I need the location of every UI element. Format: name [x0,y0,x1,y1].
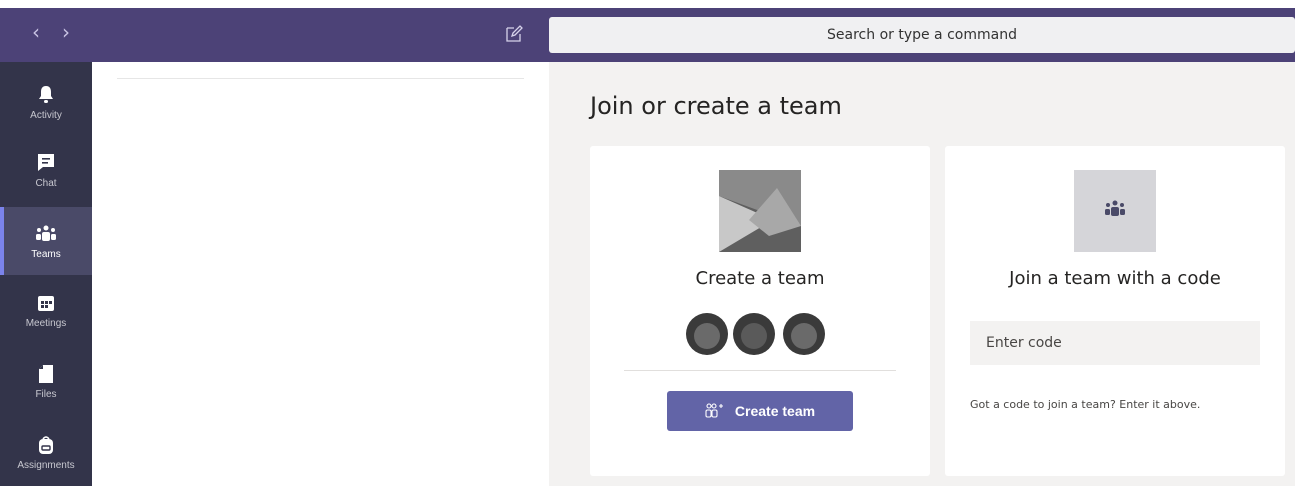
file-icon [35,363,57,385]
join-team-title: Join a team with a code [1009,268,1221,289]
rail-label: Chat [35,177,57,189]
rail-item-files[interactable]: Files [0,347,92,415]
team-code-image [1074,170,1156,252]
avatar [686,313,728,355]
create-team-button[interactable]: Create team [667,391,853,431]
team-placeholder-image [719,170,801,252]
rail-item-assignments[interactable]: Assignments [0,418,92,486]
rail-label: Activity [30,109,62,121]
rail-label: Assignments [17,459,75,471]
team-code-input[interactable] [970,321,1260,365]
bell-icon [35,84,57,106]
rail-label: Files [35,388,57,400]
teams-icon [1104,200,1126,222]
chevron-left-icon[interactable]: ‹ [26,22,46,42]
chat-icon [35,152,57,174]
calendar-icon [35,292,57,314]
rail-item-activity[interactable]: Activity [0,68,92,136]
app-rail: Activity Chat Teams Meetings Files Assig… [0,62,92,486]
add-team-icon [705,403,723,419]
compose-icon[interactable] [504,24,524,44]
rail-label: Meetings [25,317,67,329]
divider [624,370,896,371]
create-team-title: Create a team [695,268,825,289]
teams-icon [35,223,57,245]
avatar [733,313,775,355]
top-bar-left [0,8,549,62]
chevron-right-icon[interactable]: › [56,22,76,42]
create-team-button-label: Create team [734,403,816,419]
rail-item-meetings[interactable]: Meetings [0,276,92,344]
top-bar: ‹ › Search or type a command [0,0,1295,62]
page-title: Join or create a team [590,92,842,120]
list-pane [92,62,549,486]
join-hint-text: Got a code to join a team? Enter it abov… [970,398,1201,411]
avatar [783,313,825,355]
rail-label: Teams [31,248,61,260]
search-input[interactable]: Search or type a command [549,17,1295,53]
rail-item-teams[interactable]: Teams [0,207,92,275]
divider [117,78,524,79]
rail-item-chat[interactable]: Chat [0,136,92,204]
backpack-icon [35,434,57,456]
